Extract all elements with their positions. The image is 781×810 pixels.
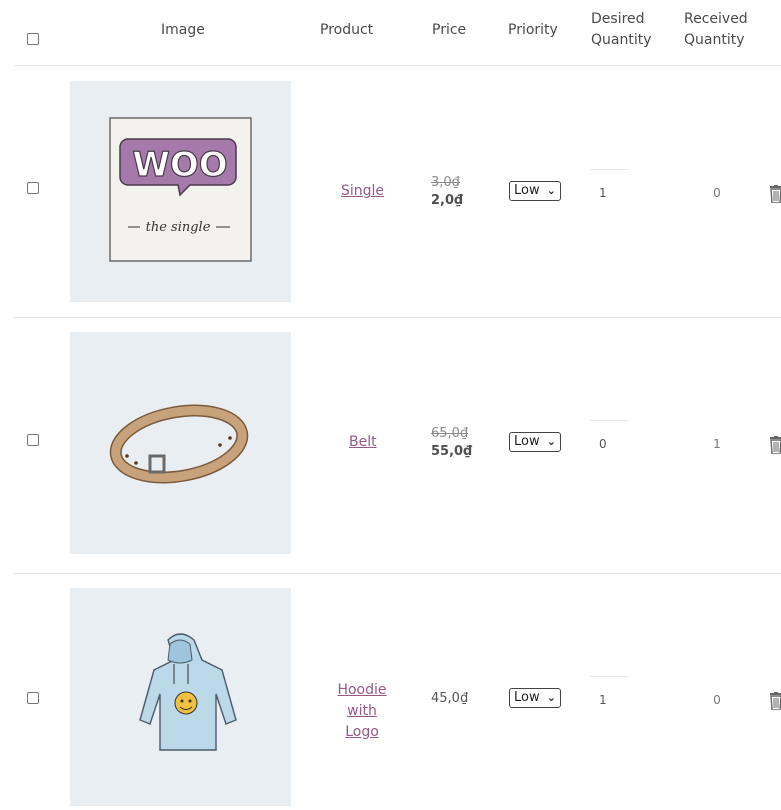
column-header-desired-line2: Quantity [591, 32, 652, 48]
product-link[interactable]: Belt [349, 432, 377, 453]
trash-icon[interactable] [770, 692, 781, 710]
row-checkbox[interactable] [27, 692, 39, 704]
desired-quantity-input[interactable]: 1 [590, 169, 628, 209]
select-all-checkbox[interactable] [27, 33, 39, 45]
sale-price: 55,0₫ [431, 444, 473, 459]
row-divider [14, 317, 781, 318]
column-header-received-quantity: Received Quantity [684, 9, 748, 51]
column-header-received-line2: Quantity [684, 32, 745, 48]
product-thumbnail[interactable]: WOO the single [70, 81, 291, 302]
product-price: 45,0₫ [431, 691, 469, 706]
product-thumbnail[interactable] [70, 588, 291, 806]
desired-quantity-value: 1 [599, 186, 607, 200]
product-price: 65,0₫ 55,0₫ [431, 425, 472, 461]
column-header-image: Image [161, 22, 205, 38]
column-header-price: Price [432, 22, 467, 38]
desired-quantity-input[interactable]: 1 [590, 676, 628, 716]
row-checkbox[interactable] [27, 182, 39, 194]
priority-value: Low [514, 690, 540, 705]
received-quantity: 0 [713, 693, 721, 707]
priority-select[interactable]: Low ⌄ [509, 432, 561, 452]
product-price: 3,0₫ 2,0₫ [431, 174, 463, 210]
desired-quantity-input[interactable]: 0 [590, 420, 628, 460]
desired-quantity-value: 0 [599, 437, 607, 451]
priority-select[interactable]: Low ⌄ [509, 688, 561, 708]
column-header-priority: Priority [508, 22, 558, 38]
column-header-desired-quantity: Desired Quantity [591, 9, 652, 51]
product-link-line1: Hoodie with [337, 682, 387, 719]
woo-single-image: WOO the single [109, 117, 252, 262]
woo-logo-text: WOO [132, 145, 227, 185]
product-link-line2: Logo [345, 724, 379, 740]
priority-value: Low [514, 434, 540, 449]
column-header-desired-line1: Desired [591, 11, 645, 27]
row-checkbox[interactable] [27, 434, 39, 446]
chevron-down-icon: ⌄ [546, 691, 556, 704]
product-link[interactable]: Single [341, 181, 384, 202]
received-quantity: 0 [713, 186, 721, 200]
column-header-received-line1: Received [684, 11, 748, 27]
column-header-product: Product [320, 22, 374, 38]
row-divider [14, 573, 781, 574]
priority-value: Low [514, 183, 540, 198]
sale-price: 2,0₫ [431, 193, 464, 208]
chevron-down-icon: ⌄ [546, 184, 556, 197]
trash-icon[interactable] [770, 185, 781, 203]
header-divider [14, 65, 781, 66]
priority-select[interactable]: Low ⌄ [509, 181, 561, 201]
belt-image [109, 404, 249, 484]
regular-price: 3,0₫ [431, 175, 460, 190]
hoodie-image [139, 633, 237, 751]
product-thumbnail[interactable] [70, 332, 291, 554]
the-single-text: the single [146, 220, 211, 235]
desired-quantity-value: 1 [599, 693, 607, 707]
product-link[interactable]: Hoodie with Logo [322, 680, 402, 743]
chevron-down-icon: ⌄ [546, 435, 556, 448]
received-quantity: 1 [713, 437, 721, 451]
trash-icon[interactable] [770, 436, 781, 454]
regular-price: 65,0₫ [431, 426, 469, 441]
